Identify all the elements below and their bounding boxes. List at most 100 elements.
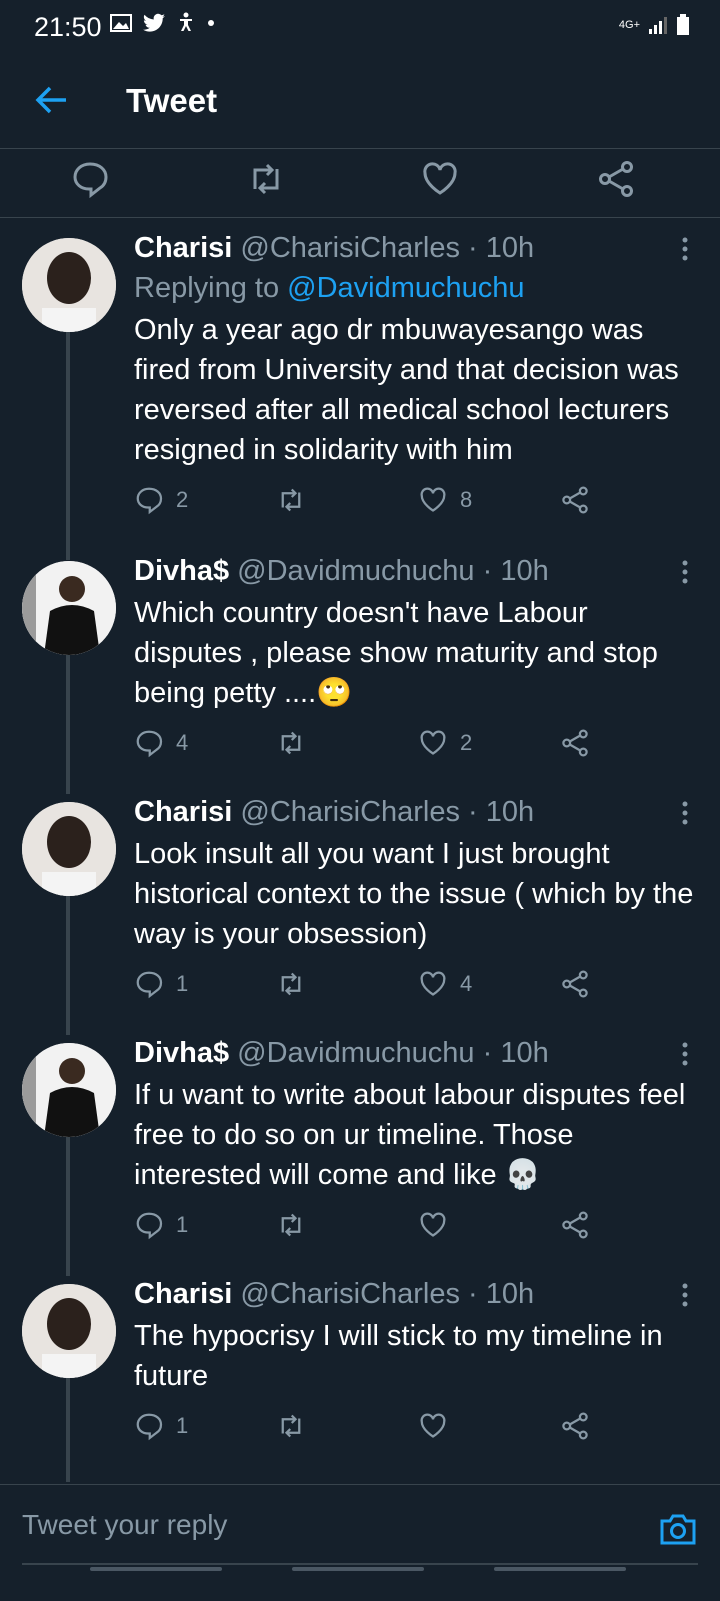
status-time: 21:50 bbox=[34, 12, 102, 42]
author-name[interactable]: Divha$ bbox=[134, 1037, 229, 1069]
reply-button[interactable]: 4 bbox=[134, 723, 188, 763]
more-options-icon[interactable] bbox=[680, 559, 690, 585]
avatar[interactable] bbox=[22, 561, 116, 655]
share-button[interactable] bbox=[560, 1205, 590, 1245]
author-meta: @CharisiCharles · 10h bbox=[240, 232, 535, 264]
thread-line bbox=[66, 1254, 70, 1276]
share-icon bbox=[562, 486, 588, 514]
thread-line bbox=[66, 1376, 70, 1482]
retweet-button[interactable] bbox=[276, 1205, 306, 1245]
retweet-button[interactable] bbox=[276, 1406, 306, 1446]
tweet-actions: 1 bbox=[134, 1205, 654, 1245]
reply-icon bbox=[136, 971, 163, 999]
more-options-icon[interactable] bbox=[680, 236, 690, 262]
reply-count: 2 bbox=[176, 487, 189, 512]
reply-button[interactable]: 2 bbox=[134, 480, 188, 520]
like-button[interactable] bbox=[418, 1406, 448, 1446]
replying-to: Replying to @Davidmuchuchu bbox=[134, 272, 525, 304]
more-options-icon[interactable] bbox=[680, 1282, 690, 1308]
status-bar: 21:50 4G+ bbox=[0, 0, 720, 56]
retweet-button[interactable] bbox=[276, 480, 306, 520]
twitter-bird-icon bbox=[143, 13, 165, 32]
retweet-button[interactable] bbox=[276, 964, 306, 1004]
share-button[interactable] bbox=[560, 1406, 590, 1446]
author-name[interactable]: Charisi bbox=[134, 232, 232, 264]
tweet-text: Only a year ago dr mbuwayesango was fire… bbox=[134, 314, 679, 466]
replying-handle-link[interactable]: @Davidmuchuchu bbox=[287, 272, 524, 304]
like-icon bbox=[420, 487, 446, 512]
reply-icon bbox=[136, 730, 163, 758]
tweet-text: The hypocrisy I will stick to my timelin… bbox=[134, 1320, 663, 1392]
page-title: Tweet bbox=[126, 82, 218, 119]
avatar[interactable] bbox=[22, 1284, 116, 1378]
share-icon[interactable] bbox=[596, 159, 636, 199]
header: Tweet bbox=[0, 56, 720, 149]
retweet-icon bbox=[281, 1213, 301, 1237]
like-icon bbox=[420, 730, 446, 755]
like-count: 8 bbox=[460, 487, 473, 512]
like-count: 2 bbox=[460, 730, 473, 755]
author-meta: @Davidmuchuchu · 10h bbox=[237, 1037, 549, 1069]
avatar[interactable] bbox=[22, 238, 116, 332]
retweet-icon bbox=[281, 731, 301, 755]
like-button[interactable]: 4 bbox=[418, 964, 472, 1004]
like-icon bbox=[420, 1413, 446, 1438]
retweet-button[interactable] bbox=[276, 723, 306, 763]
camera-icon[interactable] bbox=[658, 1511, 698, 1547]
like-icon[interactable] bbox=[420, 159, 460, 199]
retweet-icon bbox=[281, 972, 301, 996]
dot-icon bbox=[208, 20, 214, 26]
share-button[interactable] bbox=[560, 964, 590, 1004]
tweet-actions: 2 8 bbox=[134, 480, 654, 520]
reply-icon bbox=[136, 1212, 163, 1240]
reply-icon[interactable] bbox=[70, 159, 110, 199]
tweet-text: Look insult all you want I just brought … bbox=[134, 838, 694, 950]
share-icon bbox=[562, 1211, 588, 1239]
more-options-icon[interactable] bbox=[680, 1041, 690, 1067]
retweet-icon bbox=[281, 488, 301, 512]
share-icon bbox=[562, 970, 588, 998]
reply-count: 1 bbox=[176, 1413, 189, 1438]
accessibility-icon bbox=[180, 12, 192, 31]
author-name[interactable]: Charisi bbox=[134, 796, 232, 828]
reply-count: 4 bbox=[176, 730, 189, 755]
like-button[interactable] bbox=[418, 1205, 448, 1245]
avatar[interactable] bbox=[22, 802, 116, 896]
avatar[interactable] bbox=[22, 1043, 116, 1137]
more-options-icon[interactable] bbox=[680, 800, 690, 826]
author-name[interactable]: Divha$ bbox=[134, 555, 229, 587]
main-tweet-actions bbox=[0, 149, 720, 218]
reply-button[interactable]: 1 bbox=[134, 1406, 188, 1446]
signal-icon bbox=[649, 17, 667, 34]
arrow-left-icon[interactable] bbox=[30, 80, 70, 120]
reply-input[interactable]: Tweet your reply bbox=[22, 1509, 227, 1541]
author-name[interactable]: Charisi bbox=[134, 1278, 232, 1310]
reply-icon bbox=[136, 1413, 163, 1441]
share-button[interactable] bbox=[560, 480, 590, 520]
thread-line bbox=[66, 1013, 70, 1035]
reply-button[interactable]: 1 bbox=[134, 964, 188, 1004]
nav-bar-segment bbox=[90, 1567, 222, 1571]
tweet-actions: 4 2 bbox=[134, 723, 654, 763]
tweet-text: Which country doesn't have Labour disput… bbox=[134, 597, 658, 709]
like-button[interactable]: 2 bbox=[418, 723, 472, 763]
tweet-actions: 1 bbox=[134, 1406, 654, 1446]
input-underline bbox=[22, 1563, 698, 1565]
gallery-icon bbox=[110, 14, 132, 32]
reply-button[interactable]: 1 bbox=[134, 1205, 188, 1245]
network-label: 4G+ bbox=[618, 18, 640, 31]
nav-bar-segment bbox=[494, 1567, 626, 1571]
reply-count: 1 bbox=[176, 971, 189, 996]
reply-composer: Tweet your reply bbox=[0, 1484, 720, 1601]
thread-line bbox=[66, 772, 70, 794]
like-button[interactable]: 8 bbox=[418, 480, 472, 520]
reply-count: 1 bbox=[176, 1212, 189, 1237]
author-meta: @CharisiCharles · 10h bbox=[240, 796, 535, 828]
retweet-icon[interactable] bbox=[246, 159, 286, 199]
share-button[interactable] bbox=[560, 723, 590, 763]
retweet-icon bbox=[281, 1414, 301, 1438]
nav-bar-segment bbox=[292, 1567, 424, 1571]
thread-line bbox=[66, 330, 70, 560]
reply-icon bbox=[136, 487, 163, 515]
tweet-text: If u want to write about labour disputes… bbox=[134, 1079, 686, 1191]
